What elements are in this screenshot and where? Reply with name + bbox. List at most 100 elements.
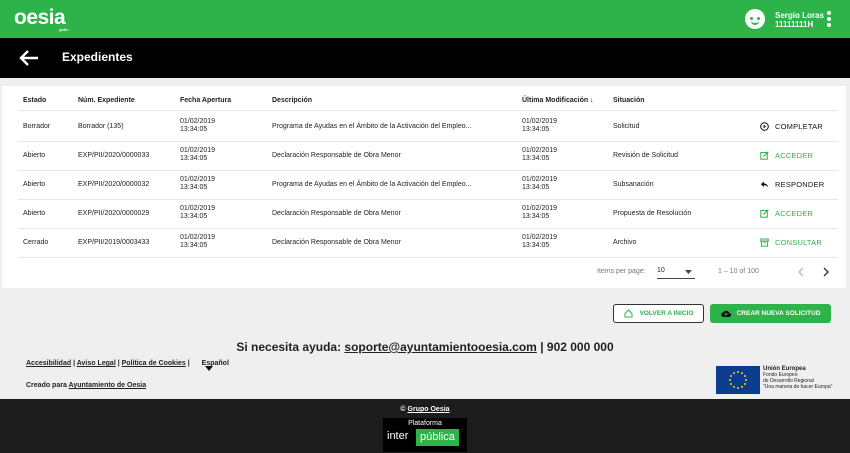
home-icon	[624, 309, 633, 318]
acceder-button[interactable]: ACCEDER	[760, 209, 813, 218]
language-selector[interactable]: Español	[202, 360, 229, 371]
cell-situacion: Solicitud	[613, 123, 640, 130]
plataforma-logo: Plataforma inter pública	[383, 418, 467, 452]
cell-mod-time: 13:34:05	[522, 184, 550, 191]
copyright: © Grupo Oesia	[0, 406, 850, 413]
eu-flag-icon	[716, 366, 760, 394]
responder-label: RESPONDER	[775, 180, 825, 189]
chevron-down-icon	[204, 366, 213, 371]
page-header: Expedientes	[0, 38, 850, 78]
row-divider	[18, 228, 838, 229]
app-logo[interactable]: oesia gestión	[14, 6, 69, 32]
cell-situacion: Propuesta de Resolución	[613, 210, 692, 217]
cell-estado: Abierto	[23, 210, 46, 217]
back-arrow-icon[interactable]	[18, 48, 40, 68]
col-header-situacion[interactable]: Situación	[613, 97, 645, 106]
crear-nueva-solicitud-label: CREAR NUEVA SOLICITUD	[736, 310, 821, 317]
cell-num: EXP/PII/2020/0000032	[78, 181, 150, 188]
user-id: 11111111H	[775, 20, 814, 29]
items-per-page-value: 10	[657, 267, 665, 274]
volver-inicio-button[interactable]: VOLVER A INICIO	[613, 304, 704, 323]
politica-cookies-link[interactable]: Política de Cookies	[122, 360, 186, 367]
acceder-button[interactable]: ACCEDER	[760, 151, 813, 160]
prev-page-icon[interactable]	[797, 267, 805, 277]
cell-num: EXP/PII/2020/0000029	[78, 210, 150, 217]
play-circle-icon	[760, 122, 769, 131]
footer-links: Accesibilidad | Aviso Legal | Política d…	[26, 360, 229, 371]
cell-descripcion: Declaración Responsable de Obra Menor	[272, 210, 401, 217]
copyright-symbol: ©	[400, 406, 406, 413]
archive-icon	[760, 238, 769, 247]
more-options-icon[interactable]	[826, 11, 832, 29]
header-divider	[18, 110, 838, 111]
cell-mod-time: 13:34:05	[522, 126, 550, 133]
col-header-estado[interactable]: Estado	[23, 97, 46, 106]
consultar-label: CONSULTAR	[775, 238, 822, 247]
col-header-ultima-mod[interactable]: Última Modificación ↓	[522, 97, 594, 106]
edit-icon	[760, 151, 769, 160]
items-per-page-select[interactable]: 10	[657, 267, 695, 279]
edit-icon	[760, 209, 769, 218]
cell-descripcion: Declaración Responsable de Obra Menor	[272, 152, 401, 159]
consultar-button[interactable]: CONSULTAR	[760, 238, 822, 247]
eu-motto: "Una manera de hacer Europa"	[763, 384, 833, 390]
cell-fecha-time: 13:34:05	[180, 242, 208, 249]
acceder-label: ACCEDER	[775, 209, 814, 218]
logo-subtext: gestión	[58, 27, 69, 32]
reply-icon	[760, 180, 769, 189]
help-line: Si necesita ayuda: soporte@ayuntamientoo…	[0, 340, 850, 354]
cell-mod-time: 13:34:05	[522, 213, 550, 220]
cell-estado: Abierto	[23, 181, 46, 188]
plataforma-inter: inter	[387, 430, 409, 442]
top-bar: oesia gestión Sergio Loras 11111111H	[0, 0, 850, 38]
row-divider	[18, 199, 838, 200]
help-separator: |	[540, 340, 544, 354]
cell-mod-time: 13:34:05	[522, 242, 550, 249]
acceder-label: ACCEDER	[775, 151, 814, 160]
cell-descripcion: Declaración Responsable de Obra Menor	[272, 239, 401, 246]
chevron-down-icon	[685, 270, 692, 274]
help-prefix: Si necesita ayuda:	[236, 340, 342, 354]
created-for: Creado para Ayuntamiento de Oesia	[26, 382, 146, 389]
col-header-descripcion[interactable]: Descripción	[272, 97, 312, 106]
cell-fecha-time: 13:34:05	[180, 184, 208, 191]
cell-num: Borrador (135)	[78, 123, 124, 130]
completar-label: COMPLETAR	[775, 122, 823, 131]
next-page-icon[interactable]	[822, 267, 830, 277]
cell-estado: Cerrado	[23, 239, 49, 246]
user-info[interactable]: Sergio Loras 11111111H	[775, 11, 824, 29]
crear-nueva-solicitud-button[interactable]: CREAR NUEVA SOLICITUD	[710, 304, 831, 323]
support-phone: 902 000 000	[546, 340, 614, 354]
support-email-link[interactable]: soporte@ayuntamientooesia.com	[344, 340, 536, 354]
col-header-fecha[interactable]: Fecha Apertura	[180, 97, 231, 106]
pagination-range: 1 – 10 of 100	[718, 268, 759, 275]
accesibilidad-link[interactable]: Accesibilidad	[26, 360, 71, 367]
row-divider	[18, 141, 838, 142]
completar-button[interactable]: COMPLETAR	[760, 122, 823, 131]
plataforma-publica: pública	[416, 429, 459, 446]
eu-text: Unión Europea Fondo Europeo de Desarroll…	[763, 366, 832, 390]
cell-estado: Borrador	[23, 123, 51, 130]
cloud-upload-icon	[720, 310, 731, 318]
cell-fecha-time: 13:34:05	[180, 155, 208, 162]
user-name: Sergio Loras	[775, 11, 824, 20]
cell-situacion: Revisión de Solicitud	[613, 152, 678, 159]
plataforma-label: Plataforma	[408, 420, 442, 427]
expedientes-table: Estado Núm. Expediente Fecha Apertura De…	[2, 86, 846, 288]
volver-inicio-label: VOLVER A INICIO	[639, 310, 694, 317]
logo-text: oesia	[14, 6, 66, 29]
col-header-num[interactable]: Núm. Expediente	[78, 97, 135, 106]
items-per-page-label: Items per page:	[597, 268, 646, 275]
cell-situacion: Archivo	[613, 239, 637, 246]
user-avatar-icon[interactable]	[745, 9, 765, 29]
cell-descripcion: Programa de Ayudas en el Ámbito de la Ac…	[272, 123, 472, 130]
cell-fecha-time: 13:34:05	[180, 126, 208, 133]
responder-button[interactable]: RESPONDER	[760, 180, 824, 189]
ayuntamiento-link[interactable]: Ayuntamiento de Oesia	[69, 382, 147, 389]
grupo-oesia-link[interactable]: Grupo Oesia	[408, 406, 450, 413]
aviso-legal-link[interactable]: Aviso Legal	[77, 360, 116, 367]
cell-num: EXP/PII/2019/0003433	[78, 239, 150, 246]
cell-num: EXP/PII/2020/0000033	[78, 152, 150, 159]
cell-situacion: Subsanación	[613, 181, 654, 188]
created-prefix: Creado para	[26, 382, 67, 389]
